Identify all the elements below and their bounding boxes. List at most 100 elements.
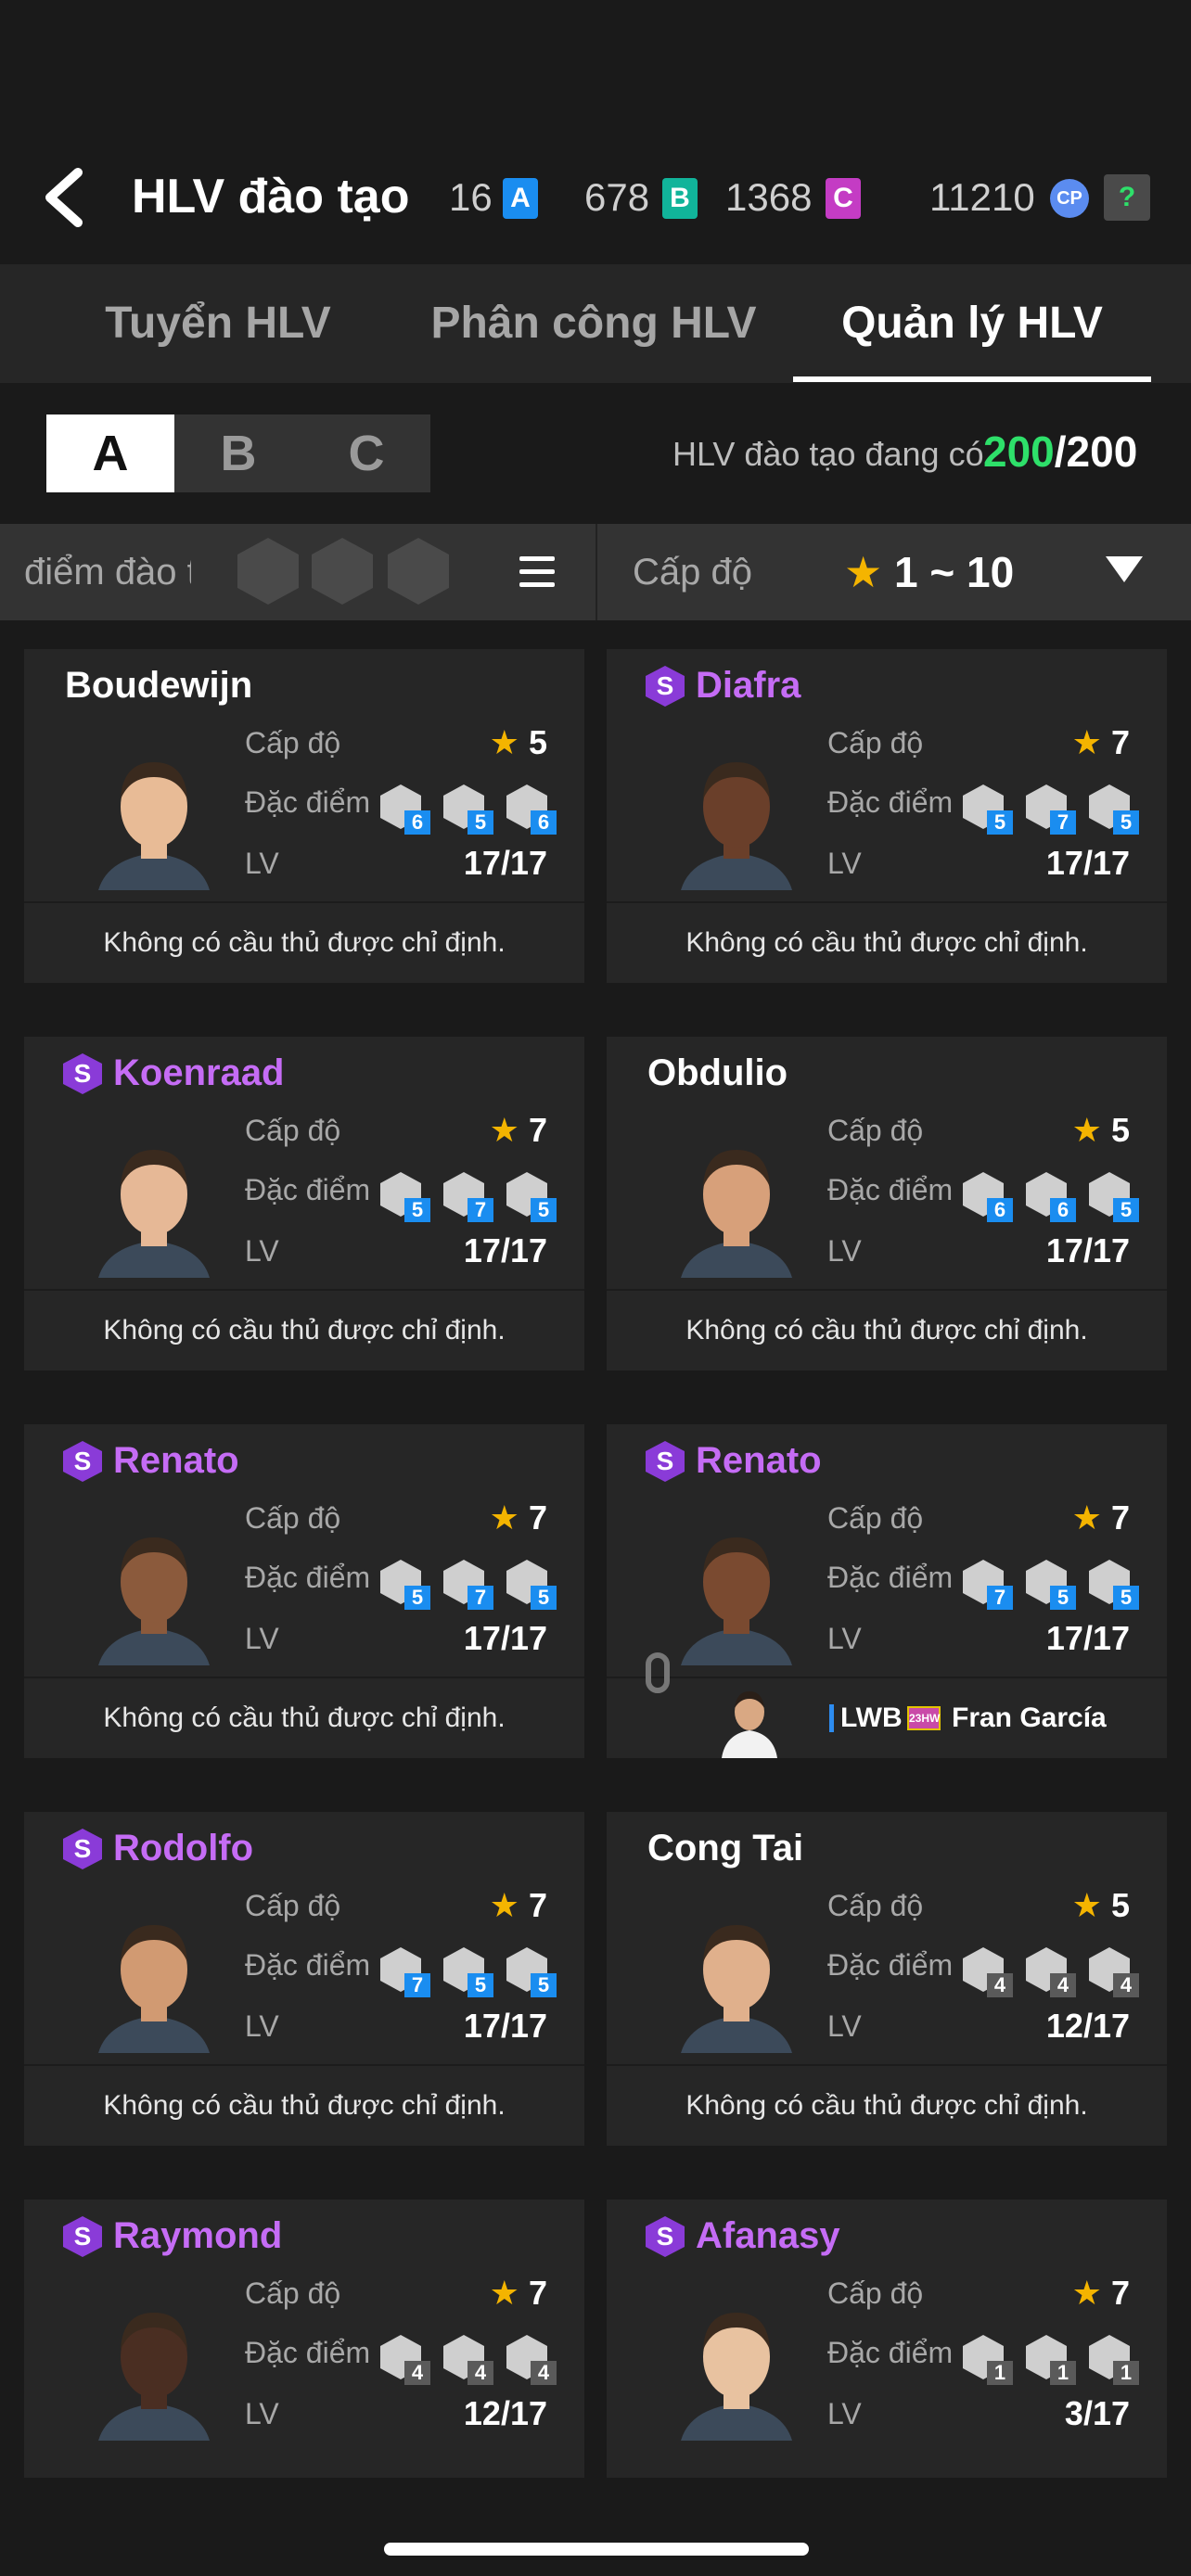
currency-b-icon: B [662,178,698,219]
special-badge-icon: S [646,2216,685,2257]
trait-level: 5 [1113,810,1139,835]
help-icon[interactable]: ? [1104,174,1150,221]
level-range[interactable]: ★ 1 ~ 10 [844,524,1014,620]
trait-icon: 5 [1089,1172,1139,1222]
lv-value: 12/17 [463,2394,547,2432]
lv-label: LV [827,1622,862,1655]
lv-value: 17/17 [1045,1619,1130,1657]
lv-value: 12/17 [1045,2007,1130,2045]
currency-cp-icon: CP [1050,179,1089,218]
menu-icon[interactable] [519,556,555,588]
level-stars: ★ 7 [490,1498,547,1537]
coach-portrait [681,2313,792,2441]
trait-level: 4 [1113,1973,1139,1997]
level-value: 7 [528,2274,547,2312]
segment-c[interactable]: C [302,414,430,492]
coach-card[interactable]: S Diafra Cấp độ ★ 7 Đặc điểm 5 7 5 LV 17/17 Không … [607,649,1167,983]
trait-icon: 4 [1089,1947,1139,1997]
star-icon: ★ [1071,1111,1102,1149]
star-icon: ★ [1071,1886,1102,1924]
coach-portrait [98,1537,210,1665]
coach-count-label: HLV đào tạo đang có [672,435,984,473]
coach-name: Obdulio [647,1052,788,1093]
coach-card[interactable]: S Afanasy Cấp độ ★ 7 Đặc điểm 1 1 1 LV 3/17 [607,2200,1167,2478]
coach-count-current: 200 [983,427,1055,476]
star-icon: ★ [1071,723,1102,761]
tab-assign-coach[interactable]: Phân công HLV [408,264,779,383]
coach-count-max: /200 [1054,427,1138,476]
level-value: 7 [528,1498,547,1537]
level-value: 7 [528,1886,547,1924]
coach-card[interactable]: Obdulio Cấp độ ★ 5 Đặc điểm 6 6 5 LV 17/17 Không … [607,1037,1167,1371]
trait-level: 5 [404,1198,430,1222]
trait-level: 5 [1050,1586,1076,1610]
level-value: 7 [1110,2274,1130,2312]
coach-card[interactable]: Cong Tai Cấp độ ★ 5 Đặc điểm 4 4 4 LV 12/17 Không… [607,1812,1167,2146]
trait-list: 5 7 5 [963,784,1148,835]
trait-icon: 5 [443,784,493,835]
coach-portrait [98,1925,210,2053]
level-label: Cấp độ [827,2276,924,2310]
coach-card[interactable]: Boudewijn Cấp độ ★ 5 Đặc điểm 6 5 6 LV 17/17 Khôn… [24,649,584,983]
trait-list: 4 4 4 [963,1947,1148,1997]
trait-list: 7 5 5 [963,1560,1148,1610]
trait-level: 5 [404,1586,430,1610]
trait-icon: 4 [1026,1947,1076,1997]
segment-b[interactable]: B [174,414,302,492]
trait-level: 5 [467,1973,493,1997]
level-label: Cấp độ [245,1501,341,1535]
coach-count: 200/200 [983,422,1137,481]
lv-value: 17/17 [1045,1231,1130,1269]
traits-label: Đặc điểm [245,1561,371,1594]
lv-label: LV [827,847,862,880]
star-icon: ★ [489,1886,519,1924]
traits-label: Đặc điểm [245,785,371,819]
lv-label: LV [245,2397,279,2430]
trait-level: 6 [1050,1198,1076,1222]
coach-name: Cong Tai [647,1828,804,1868]
currency-c-icon: C [826,178,861,219]
level-label: Cấp độ [827,726,924,759]
trait-level: 1 [987,2361,1013,2385]
trait-list: 7 5 5 [380,1947,566,1997]
trait-level: 1 [1113,2361,1139,2385]
trait-icon: 1 [1089,2335,1139,2385]
position-indicator [829,1704,834,1732]
coach-card[interactable]: S Rodolfo Cấp độ ★ 7 Đặc điểm 7 5 5 LV 17/17 Không… [24,1812,584,2146]
dropdown-arrow-icon[interactable] [1106,556,1143,582]
no-player-assigned: Không có cầu thủ được chỉ định. [103,1702,506,1733]
coach-card[interactable]: S Koenraad Cấp độ ★ 7 Đặc điểm 5 7 5 LV 17/17 Khôn… [24,1037,584,1371]
level-stars: ★ 5 [1072,1886,1130,1925]
back-arrow-icon[interactable] [37,165,93,230]
coach-card[interactable]: S Renato Cấp độ ★ 7 Đặc điểm 5 7 5 LV 17/17 Không … [24,1424,584,1758]
home-indicator [384,2543,809,2556]
coach-name: Renato [696,1440,822,1481]
coach-portrait [98,2313,210,2441]
trait-icon: 5 [1089,1560,1139,1610]
coach-portrait [98,762,210,890]
coach-card[interactable]: S Renato Cấp độ ★ 7 Đặc điểm 7 5 5 LV 17/17 LWB 23H… [607,1424,1167,1758]
level-filter-label[interactable]: Cấp độ [633,524,752,620]
tab-manage-coach[interactable]: Quản lý HLV [793,264,1151,383]
trait-icon: 4 [506,2335,557,2385]
player-avatar [722,1691,777,1758]
level-label: Cấp độ [827,1889,924,1922]
level-label: Cấp độ [827,1114,924,1147]
tab-recruit-coach[interactable]: Tuyển HLV [37,264,399,383]
coach-name: Rodolfo [113,1828,254,1868]
sort-points-label[interactable]: điểm đào tạ [24,524,191,620]
player-name: Fran García [952,1702,1107,1733]
coach-name: Koenraad [113,1052,285,1093]
trait-icon: 7 [963,1560,1013,1610]
season-badge: 23HW [907,1706,941,1730]
trait-list: 5 7 5 [380,1560,566,1610]
traits-label: Đặc điểm [827,2336,954,2369]
segment-a[interactable]: A [46,414,174,492]
level-value: 5 [1110,1111,1130,1149]
trait-list: 6 6 5 [963,1172,1148,1222]
assigned-player[interactable]: LWB 23HW Fran García [607,1652,1167,1758]
coach-card[interactable]: S Raymond Cấp độ ★ 7 Đặc điểm 4 4 4 LV 12/17 [24,2200,584,2478]
trait-level: 5 [1113,1198,1139,1222]
level-label: Cấp độ [245,1889,341,1922]
level-value: 5 [1110,1886,1130,1924]
